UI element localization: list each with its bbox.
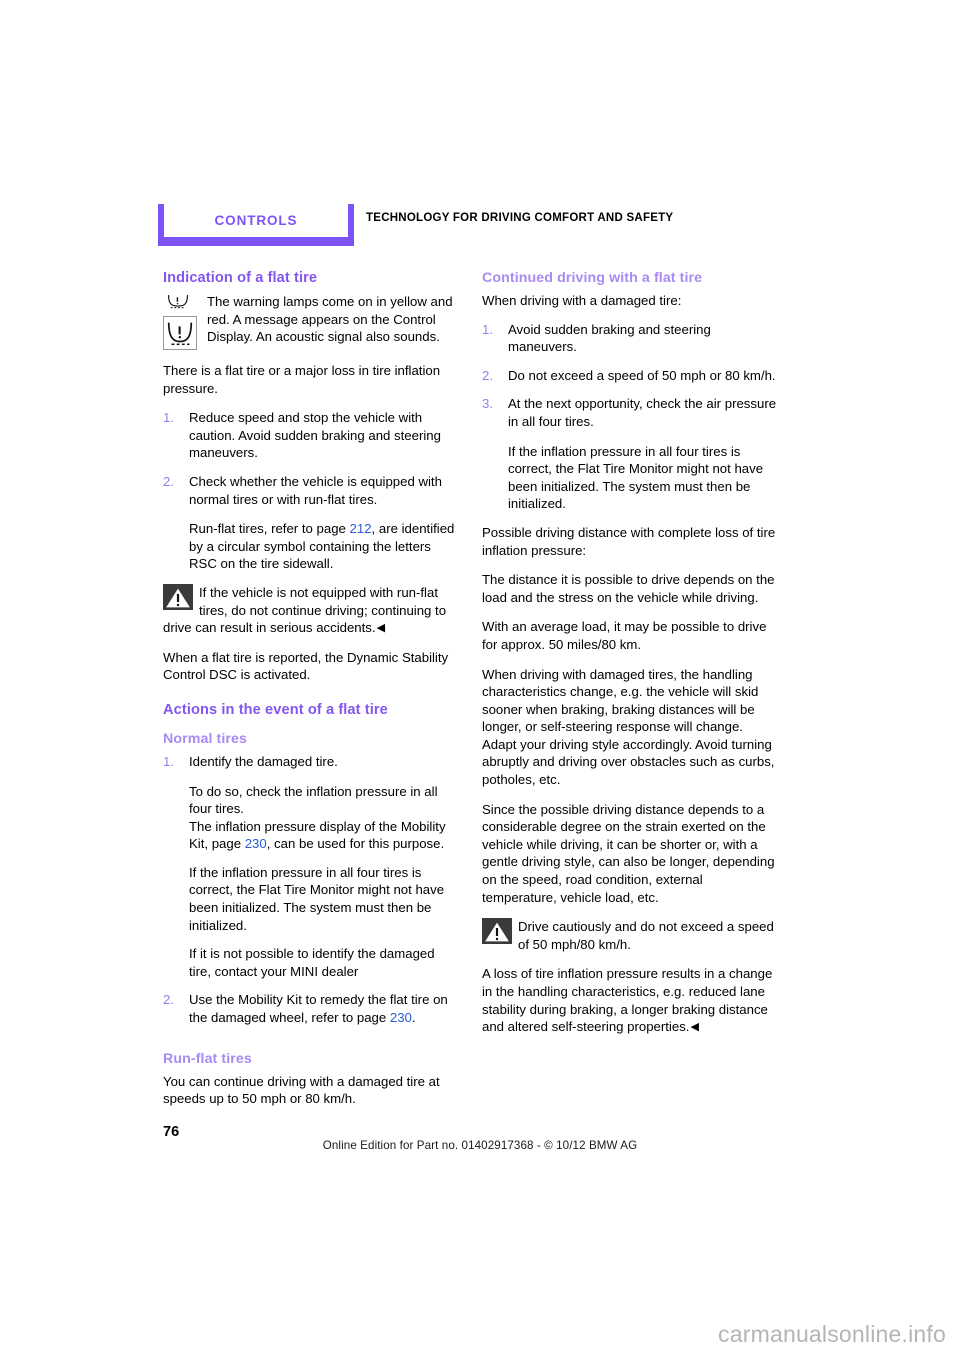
subheading-normal-tires: Normal tires (163, 730, 247, 747)
chapter-tab-inner: CONTROLS (164, 204, 348, 237)
para-since-possible-distance: Since the possible driving distance depe… (482, 801, 775, 905)
warning-lamp-text: The warning lamps come on in yellow and … (207, 294, 453, 345)
list-text: Do not exceed a speed of 50 mph or 80 km… (508, 367, 776, 383)
list-number: 2. (163, 992, 174, 1008)
para-initialize-monitor: If the inflation pressure in all four ti… (189, 864, 445, 933)
page-number: 76 (163, 1124, 180, 1140)
list-item: 2. Check whether the vehicle is equipped… (163, 473, 459, 508)
list-text: Avoid sudden braking and steering maneuv… (508, 321, 711, 355)
chapter-tab-label: CONTROLS (214, 213, 298, 228)
list-number: 2. (482, 367, 493, 383)
list-text: Identify the damaged tire. (189, 753, 338, 769)
end-marker-icon: ◀ (690, 1021, 699, 1034)
list-item: 1. Identify the damaged tire. (163, 753, 459, 771)
list-item: 1. Reduce speed and stop the vehicle wit… (163, 409, 459, 462)
page-reference-230-b[interactable]: 230 (390, 1010, 412, 1025)
para-flat-tire-pressure: There is a flat tire or a major loss in … (163, 363, 441, 396)
list-text: Reduce speed and stop the vehicle with c… (189, 410, 441, 461)
list-text-part-b: . (411, 1010, 416, 1026)
watermark: carmanualsonline.info (718, 1321, 946, 1347)
para-check-pressure: To do so, check the inflation pressure i… (189, 783, 438, 817)
para-loss-of-pressure: A loss of tire inflation pressure result… (482, 965, 778, 1035)
list-continued-driving-steps: 1. Avoid sudden braking and steering man… (482, 321, 778, 431)
warning-triangle-icon (163, 583, 193, 610)
mobility-note-part-b: , can be used for this purpose. (266, 836, 445, 852)
warning-text-runflat-body: If the vehicle is not equipped with run-… (163, 584, 447, 636)
list-number: 3. (482, 396, 493, 412)
list-item: 2. Use the Mobility Kit to remedy the fl… (163, 991, 459, 1026)
right-column: Continued driving with a flat tire When … (482, 270, 778, 1048)
subheading-run-flat-tires: Run-flat tires (163, 1050, 252, 1067)
warning-block-drive-cautiously: Drive cautiously and do not exceed a spe… (482, 918, 778, 953)
page-reference-230[interactable]: 230 (245, 836, 267, 851)
heading-indication-of-flat-tire: Indication of a flat tire (163, 270, 318, 286)
para-average-load: With an average load, it may be possible… (482, 619, 767, 652)
manual-page: CONTROLS TECHNOLOGY FOR DRIVING COMFORT … (0, 0, 960, 1358)
list-item: 3. At the next opportunity, check the ai… (482, 395, 778, 430)
para-distance-depends: The distance it is possible to drive dep… (482, 572, 775, 605)
warning-triangle-icon (482, 918, 512, 945)
list-flat-tire-steps: 1. Reduce speed and stop the vehicle wit… (163, 409, 459, 508)
page-reference-212[interactable]: 212 (350, 521, 372, 536)
para-runflat-rsc-note: Run-flat tires, refer to page 212, are i… (189, 520, 459, 573)
chapter-tab: CONTROLS (158, 204, 354, 246)
warning-text-drive-cautiously: Drive cautiously and do not exceed a spe… (518, 919, 774, 952)
list-item: 1. Avoid sudden braking and steering man… (482, 321, 778, 356)
page-header: CONTROLS TECHNOLOGY FOR DRIVING COMFORT … (158, 204, 802, 248)
para-contact-dealer: If it is not possible to identify the da… (189, 946, 435, 979)
list-item: 2. Do not exceed a speed of 50 mph or 80… (482, 367, 778, 385)
list-number: 2. (163, 473, 174, 489)
list-normal-tires-steps: 1. Identify the damaged tire. (163, 753, 459, 771)
list-text: Check whether the vehicle is equipped wi… (189, 473, 442, 507)
warning-lamp-block: The warning lamps come on in yellow and … (163, 293, 459, 350)
list-normal-tires-step2: 2. Use the Mobility Kit to remedy the fl… (163, 991, 459, 1026)
para-handling-characteristics: When driving with damaged tires, the han… (482, 666, 775, 788)
list-number: 1. (482, 321, 493, 337)
footer-edition-note: Online Edition for Part no. 01402917368 … (322, 1139, 638, 1152)
para-dsc-activated: When a flat tire is reported, the Dynami… (163, 649, 449, 683)
list-number: 1. (163, 410, 174, 426)
left-column: Indication of a flat tire The warning la… (163, 270, 459, 1120)
para-initialize-monitor-right: If the inflation pressure in all four ti… (508, 443, 764, 512)
heading-actions-flat-tire: Actions in the event of a flat tire (163, 701, 388, 718)
tire-pressure-warning-boxed-icon (163, 316, 197, 350)
para-mobility-kit-display: The inflation pressure display of the Mo… (189, 818, 459, 853)
warning-block-runflat: If the vehicle is not equipped with run-… (163, 583, 459, 637)
tire-pressure-icon-stack (163, 293, 203, 350)
list-number: 1. (163, 753, 174, 769)
section-title: TECHNOLOGY FOR DRIVING COMFORT AND SAFET… (366, 212, 674, 224)
warning-text-runflat: If the vehicle is not equipped with run-… (163, 584, 459, 637)
runflat-note-part-a: Run-flat tires, refer to page (189, 521, 350, 537)
para-loss-body: A loss of tire inflation pressure result… (482, 966, 773, 1035)
para-possible-distance: Possible driving distance with complete … (482, 524, 776, 558)
list-text: At the next opportunity, check the air p… (508, 396, 777, 429)
tire-pressure-warning-icon (167, 295, 189, 309)
para-runflat-speed: You can continue driving with a damaged … (163, 1073, 440, 1107)
end-marker-icon: ◀ (376, 622, 386, 635)
subheading-continued-driving: Continued driving with a flat tire (482, 270, 703, 286)
list-text: Use the Mobility Kit to remedy the flat … (189, 991, 459, 1026)
para-when-driving: When driving with a damaged tire: (482, 293, 682, 308)
